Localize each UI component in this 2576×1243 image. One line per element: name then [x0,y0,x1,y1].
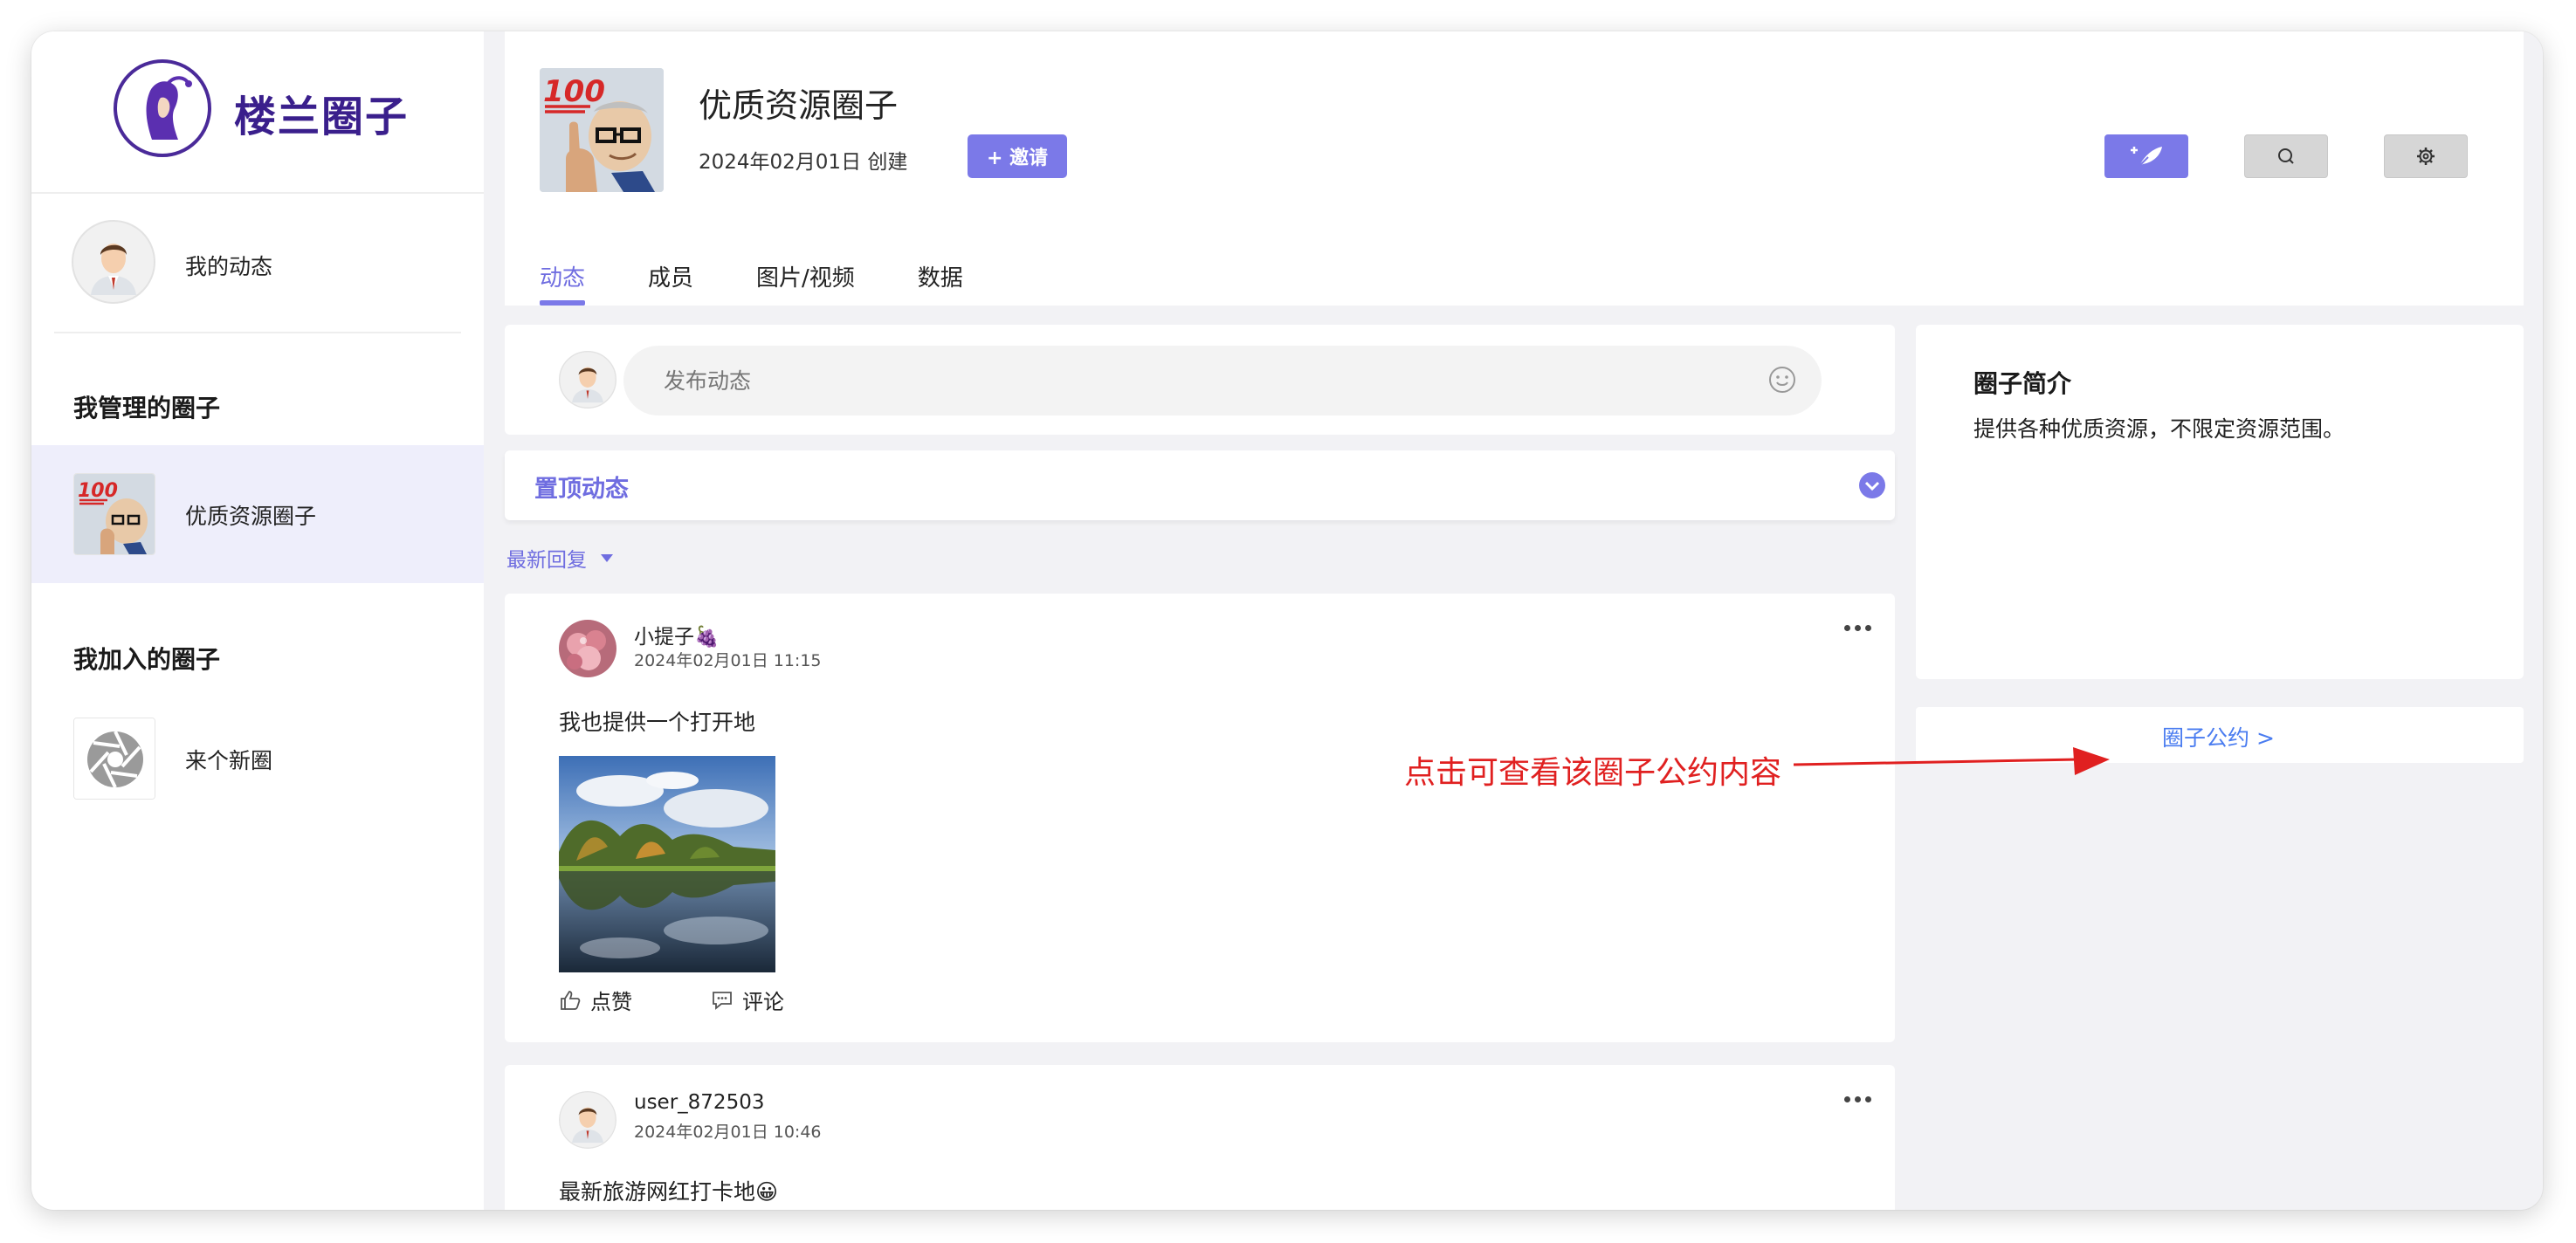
brand-header: 楼兰圈子 [31,31,484,194]
more-options-icon[interactable] [1844,1096,1871,1102]
post-card: user_872503 2024年02月01日 10:46 最新旅游网红打卡地😀 [505,1065,1895,1210]
emoji-icon[interactable] [1767,365,1797,398]
post-card: 小提子🍇 2024年02月01日 11:15 我也提供一个打开地 点赞 评论 [505,594,1895,1042]
post-text: 我也提供一个打开地 [559,710,756,735]
sidebar-item-managed-circle[interactable]: 100 优质资源圈子 [31,445,484,583]
annotation-text: 点击可查看该圈子公约内容 [1404,755,1782,791]
sidebar-item-my-feed[interactable]: 我的动态 [31,194,484,328]
author-avatar[interactable] [559,620,616,677]
sort-label: 最新回复 [506,549,587,572]
annotation-arrow-icon [1794,747,2110,775]
post-actions: 点赞 评论 [559,985,863,1015]
circle-created-date: 2024年02月01日 创建 [699,151,908,174]
circle-thumbnail: 100 [73,473,155,555]
comment-button[interactable]: 评论 [711,985,784,1015]
comment-icon [713,991,732,1010]
sidebar-item-joined-circle[interactable]: 来个新圈 [31,690,484,828]
sidebar: 楼兰圈子 我的动态 我管理的圈子 100 优质资源圈子 我加入的圈子 来个新圈 [31,31,484,1210]
app-window: 楼兰圈子 我的动态 我管理的圈子 100 优质资源圈子 我加入的圈子 来个新圈 … [31,31,2543,1210]
gear-icon [2417,148,2435,165]
thumbs-up-icon [561,990,581,1010]
post-input[interactable] [623,346,1822,415]
like-label: 点赞 [590,990,632,1014]
circle-title: 优质资源圈子 [699,86,899,125]
search-icon [2278,148,2294,164]
pinned-posts-label: 置顶动态 [534,476,629,503]
like-button[interactable]: 点赞 [559,985,632,1015]
sidebar-item-label: 来个新圈 [185,748,273,773]
caret-down-icon [601,553,613,562]
new-post-button[interactable] [2104,134,2188,178]
circle-rules-link[interactable]: 圈子公约 > [2162,721,2275,752]
sidebar-item-label: 优质资源圈子 [185,504,317,529]
intro-description: 提供各种优质资源，不限定资源范围。 [1973,416,2345,442]
aperture-icon [73,718,155,800]
tab-media[interactable]: 图片/视频 [756,260,855,306]
circle-intro-card: 圈子简介 提供各种优质资源，不限定资源范围。 [1916,325,2524,679]
user-avatar [559,351,616,409]
tab-feed[interactable]: 动态 [540,260,586,306]
tab-members[interactable]: 成员 [648,260,693,306]
feather-pen-icon [2131,147,2162,168]
tab-data[interactable]: 数据 [918,260,963,306]
intro-title: 圈子简介 [1973,369,2072,398]
post-image[interactable] [559,756,775,972]
sort-dropdown[interactable]: 最新回复 [506,543,613,573]
invite-button[interactable]: + 邀请 [968,134,1067,178]
post-text: 最新旅游网红打卡地😀 [559,1179,779,1205]
more-options-icon[interactable] [1844,625,1871,631]
svg-text:100: 100 [543,74,605,109]
post-time: 2024年02月01日 11:15 [634,651,822,670]
managed-circles-heading: 我管理的圈子 [73,394,221,422]
author-avatar[interactable] [559,1091,616,1149]
circle-tabs: 动态 成员 图片/视频 数据 [540,260,1026,306]
post-author[interactable]: 小提子🍇 [634,620,720,649]
brand-logo-icon[interactable] [114,59,211,157]
svg-text:100: 100 [78,480,118,502]
user-avatar [72,220,155,304]
pinned-posts-bar[interactable]: 置顶动态 [505,450,1895,520]
brand-name: 楼兰圈子 [234,93,410,141]
circle-cover-image: 100 [540,68,664,192]
divider [54,332,461,333]
joined-circles-heading: 我加入的圈子 [73,645,221,674]
settings-button[interactable] [2384,134,2468,178]
comment-label: 评论 [742,990,784,1014]
circle-header: 100 优质资源圈子 2024年02月01日 创建 + 邀请 动态 成员 图片/… [505,31,2524,306]
search-button[interactable] [2244,134,2328,178]
post-time: 2024年02月01日 10:46 [634,1123,822,1142]
post-author[interactable]: user_872503 [634,1091,764,1114]
post-composer [505,325,1895,435]
sidebar-item-label: 我的动态 [185,254,273,279]
chevron-down-icon[interactable] [1858,471,1886,503]
